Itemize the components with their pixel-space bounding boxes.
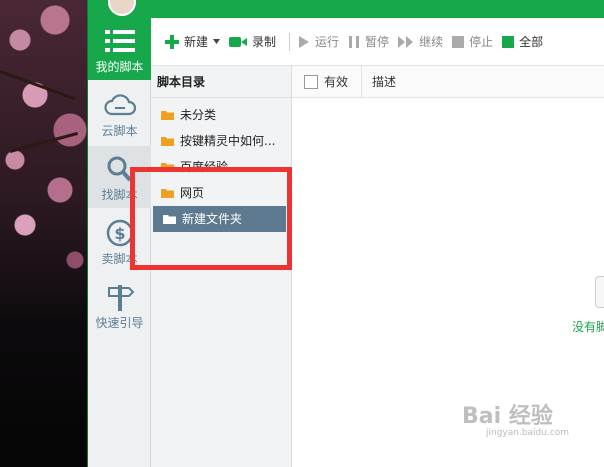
list-header: 有效 描述 [292, 66, 604, 98]
folder-item[interactable]: 百度经验 [151, 154, 291, 180]
pause-label: 暂停 [365, 35, 390, 49]
nav-item-cloud-scripts[interactable]: 云脚本 [88, 82, 151, 144]
folder-icon [161, 163, 174, 172]
title-bar [88, 0, 604, 18]
empty-state-icon [595, 276, 604, 308]
folder-item[interactable]: 未分类 [151, 102, 291, 128]
folder-label: 百度经验 [180, 160, 229, 174]
new-button[interactable]: 新建 [163, 27, 227, 57]
cloud-icon [103, 94, 136, 116]
svg-text:$: $ [114, 224, 125, 243]
run-button[interactable]: 运行 [296, 27, 346, 57]
nav-label: 卖脚本 [101, 252, 138, 266]
checkbox-square-icon [502, 35, 515, 48]
folder-panel: 脚本目录 未分类 按键精灵中如何... 百度经验 网页 新建文件夹 [151, 66, 292, 467]
record-button[interactable]: 录制 [227, 27, 283, 57]
dollar-icon: $ [106, 219, 133, 247]
left-nav: 我的脚本 云脚本 找脚本 $ 卖脚本 快速引导 [88, 18, 151, 467]
toolbar: 新建 录制 运行 暂停 继续 停止 全部 [151, 18, 604, 66]
watermark-logo: Bai 经验 [462, 404, 553, 429]
fast-forward-icon [398, 35, 414, 48]
nav-label: 云脚本 [101, 124, 138, 138]
folder-label: 新建文件夹 [182, 212, 243, 226]
column-valid: 有效 [292, 66, 362, 97]
nav-label: 快速引导 [95, 316, 144, 330]
nav-label: 找脚本 [101, 188, 138, 202]
column-valid-label: 有效 [324, 75, 349, 89]
pause-icon [349, 35, 360, 48]
run-label: 运行 [315, 35, 340, 49]
folder-item[interactable]: 网页 [151, 180, 291, 206]
video-camera-icon [229, 36, 248, 47]
toolbar-divider [289, 32, 291, 51]
folder-icon [161, 111, 174, 120]
search-icon [107, 156, 132, 182]
new-label: 新建 [184, 35, 209, 49]
column-description-label: 描述 [372, 75, 397, 89]
folder-label: 按键精灵中如何... [180, 134, 276, 148]
watermark-url: jingyan.baidu.com [486, 428, 570, 438]
record-label: 录制 [252, 35, 277, 49]
branch [0, 70, 76, 101]
list-icon [104, 30, 135, 52]
plus-icon [165, 34, 179, 49]
app-window: 我的脚本 云脚本 找脚本 $ 卖脚本 快速引导 新建 录制 运行 暂停 继续 停… [87, 0, 604, 467]
select-all-checkbox[interactable] [304, 74, 318, 89]
folder-panel-title: 脚本目录 [151, 66, 291, 98]
select-all-label: 全部 [519, 35, 544, 49]
signpost-icon [107, 285, 134, 311]
play-icon [299, 35, 310, 48]
folder-label: 网页 [180, 186, 205, 200]
folder-item[interactable]: 按键精灵中如何... [151, 128, 291, 154]
stop-icon [452, 35, 465, 48]
empty-state-text: 没有脚 [572, 320, 604, 334]
chevron-down-icon [213, 39, 221, 44]
folder-label: 未分类 [180, 108, 217, 122]
nav-item-my-scripts[interactable]: 我的脚本 [88, 18, 151, 80]
branch [9, 131, 79, 153]
folder-icon [161, 189, 174, 198]
folder-icon [161, 137, 174, 146]
nav-item-find-scripts[interactable]: 找脚本 [88, 146, 151, 208]
folder-item-selected[interactable]: 新建文件夹 [153, 206, 286, 232]
avatar[interactable] [108, 0, 136, 16]
folder-icon [163, 215, 176, 224]
select-all-button[interactable]: 全部 [500, 27, 550, 57]
nav-item-quick-guide[interactable]: 快速引导 [88, 274, 151, 336]
stop-button[interactable]: 停止 [450, 27, 500, 57]
resume-label: 继续 [419, 35, 444, 49]
nav-item-sell-scripts[interactable]: $ 卖脚本 [88, 210, 151, 272]
pause-button[interactable]: 暂停 [346, 27, 396, 57]
stop-label: 停止 [469, 35, 494, 49]
nav-label: 我的脚本 [95, 60, 144, 74]
resume-button[interactable]: 继续 [396, 27, 450, 57]
script-list: 有效 描述 没有脚 [292, 66, 604, 467]
desktop-background [0, 0, 88, 467]
